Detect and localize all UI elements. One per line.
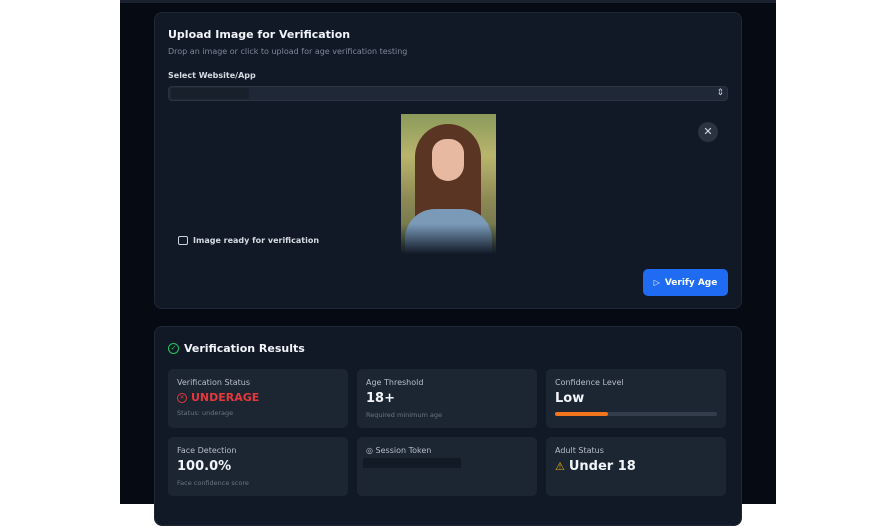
tile-value: 18+ [366,391,395,406]
tile-value: ⚠ Under 18 [555,459,636,474]
tile-value: Low [555,391,585,406]
image-ready-status: Image ready for verification [178,236,319,245]
age-threshold-tile: Age Threshold 18+ Required minimum age [357,369,537,428]
tile-sub: Status: underage [177,409,234,417]
token-icon: ◎ [366,446,376,455]
upload-card: Upload Image for Verification Drop an im… [154,12,742,309]
tile-label: Verification Status [177,378,250,387]
upload-subtitle: Drop an image or click to upload for age… [168,47,408,56]
tile-label: Face Detection [177,446,237,455]
tile-label: Adult Status [555,446,604,455]
warning-icon: ⚠ [555,460,565,473]
chevron-updown-icon: ⇕ [716,88,724,98]
face-detection-tile: Face Detection 100.0% Face confidence sc… [168,437,348,496]
results-title: Verification Results [184,342,305,355]
tile-label: Confidence Level [555,378,624,387]
session-token-value [363,458,461,468]
session-token-tile: ◎ Session Token [357,437,537,496]
tile-label: ◎ Session Token [366,446,431,455]
status-value: UNDERAGE [191,391,260,404]
close-icon: ✕ [703,125,713,138]
check-circle-icon: ✓ [168,343,179,354]
confidence-bar [555,412,717,416]
verify-label: Verify Age [664,277,718,288]
tile-value: ✕ UNDERAGE [177,391,259,404]
tile-label: Age Threshold [366,378,424,387]
session-token-label: Session Token [375,446,432,455]
verify-age-button[interactable]: ▷ Verify Age [643,269,728,296]
play-icon: ▷ [653,278,660,287]
confidence-level-tile: Confidence Level Low [546,369,726,428]
uploaded-image-preview [401,114,496,254]
verification-status-tile: Verification Status ✕ UNDERAGE Status: un… [168,369,348,428]
results-header: ✓ Verification Results [168,342,305,355]
adult-status-tile: Adult Status ⚠ Under 18 [546,437,726,496]
select-value [171,88,249,99]
confidence-bar-fill [555,412,609,416]
tile-sub: Required minimum age [366,411,443,419]
ready-text: Image ready for verification [193,236,320,245]
x-circle-icon: ✕ [177,392,187,403]
website-select[interactable]: ⇕ [168,86,728,101]
main-column: Upload Image for Verification Drop an im… [120,0,776,526]
tile-value: 100.0% [177,459,232,474]
adult-status-value: Under 18 [568,459,636,474]
results-card: ✓ Verification Results Verification Stat… [154,326,742,526]
upload-title: Upload Image for Verification [168,28,351,41]
tile-sub: Face confidence score [177,479,249,487]
remove-image-button[interactable]: ✕ [698,122,718,142]
image-icon [178,236,188,245]
select-label: Select Website/App [168,71,256,80]
divider [120,0,776,3]
